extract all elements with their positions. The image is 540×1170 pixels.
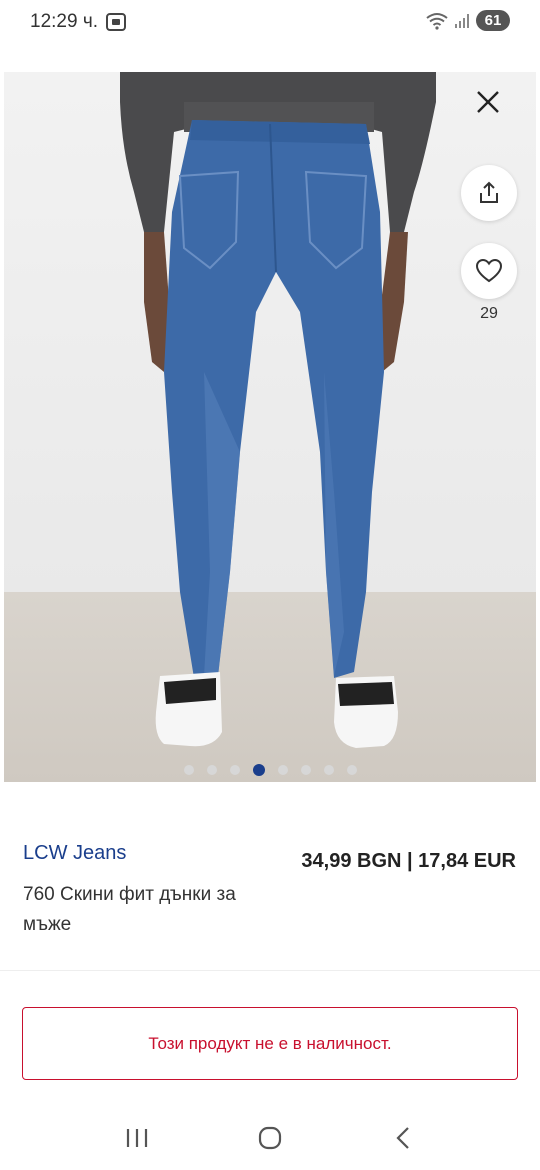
home-icon — [258, 1126, 282, 1149]
status-bar: 12:29 ч. 61 — [0, 0, 540, 44]
pagination-dot[interactable] — [229, 765, 240, 775]
pagination-dot[interactable] — [346, 765, 357, 775]
product-image[interactable] — [4, 72, 536, 782]
pagination-dot[interactable] — [183, 765, 194, 775]
wifi-icon — [426, 12, 448, 30]
pagination-dot[interactable] — [300, 765, 311, 775]
divider — [0, 970, 540, 971]
back-icon — [396, 1126, 410, 1149]
pagination-dot-active[interactable] — [252, 764, 265, 776]
close-icon — [477, 91, 499, 113]
pagination-dot[interactable] — [206, 765, 217, 775]
product-price: 34,99 BGN | 17,84 EUR — [301, 850, 516, 872]
home-button[interactable] — [248, 1116, 292, 1160]
heart-icon — [475, 258, 503, 283]
system-nav-bar — [0, 1105, 540, 1170]
share-button[interactable] — [461, 165, 517, 221]
pagination-dot[interactable] — [277, 765, 288, 775]
close-button[interactable] — [474, 88, 502, 116]
out-of-stock-text: Този продукт не е в наличност. — [148, 1033, 392, 1053]
screenshot-icon — [106, 13, 127, 31]
pagination-dot[interactable] — [323, 765, 334, 775]
signal-icon — [455, 13, 469, 28]
jeans-illustration — [120, 72, 436, 748]
recent-apps-button[interactable] — [115, 1116, 159, 1160]
battery-indicator: 61 — [476, 10, 510, 31]
product-title: 760 Скини фит дънки за мъже — [23, 884, 236, 935]
share-icon — [480, 181, 498, 203]
gallery-pagination[interactable] — [0, 764, 540, 776]
status-icons: 61 — [426, 10, 510, 31]
brand-name[interactable]: LCW Jeans — [23, 842, 126, 865]
out-of-stock-notice: Този продукт не е в наличност. — [22, 1007, 518, 1080]
status-time: 12:29 ч. — [30, 11, 99, 32]
favorite-button[interactable] — [461, 243, 517, 299]
recent-apps-icon — [126, 1128, 147, 1147]
back-button[interactable] — [381, 1116, 425, 1160]
favorite-count: 29 — [480, 305, 498, 322]
